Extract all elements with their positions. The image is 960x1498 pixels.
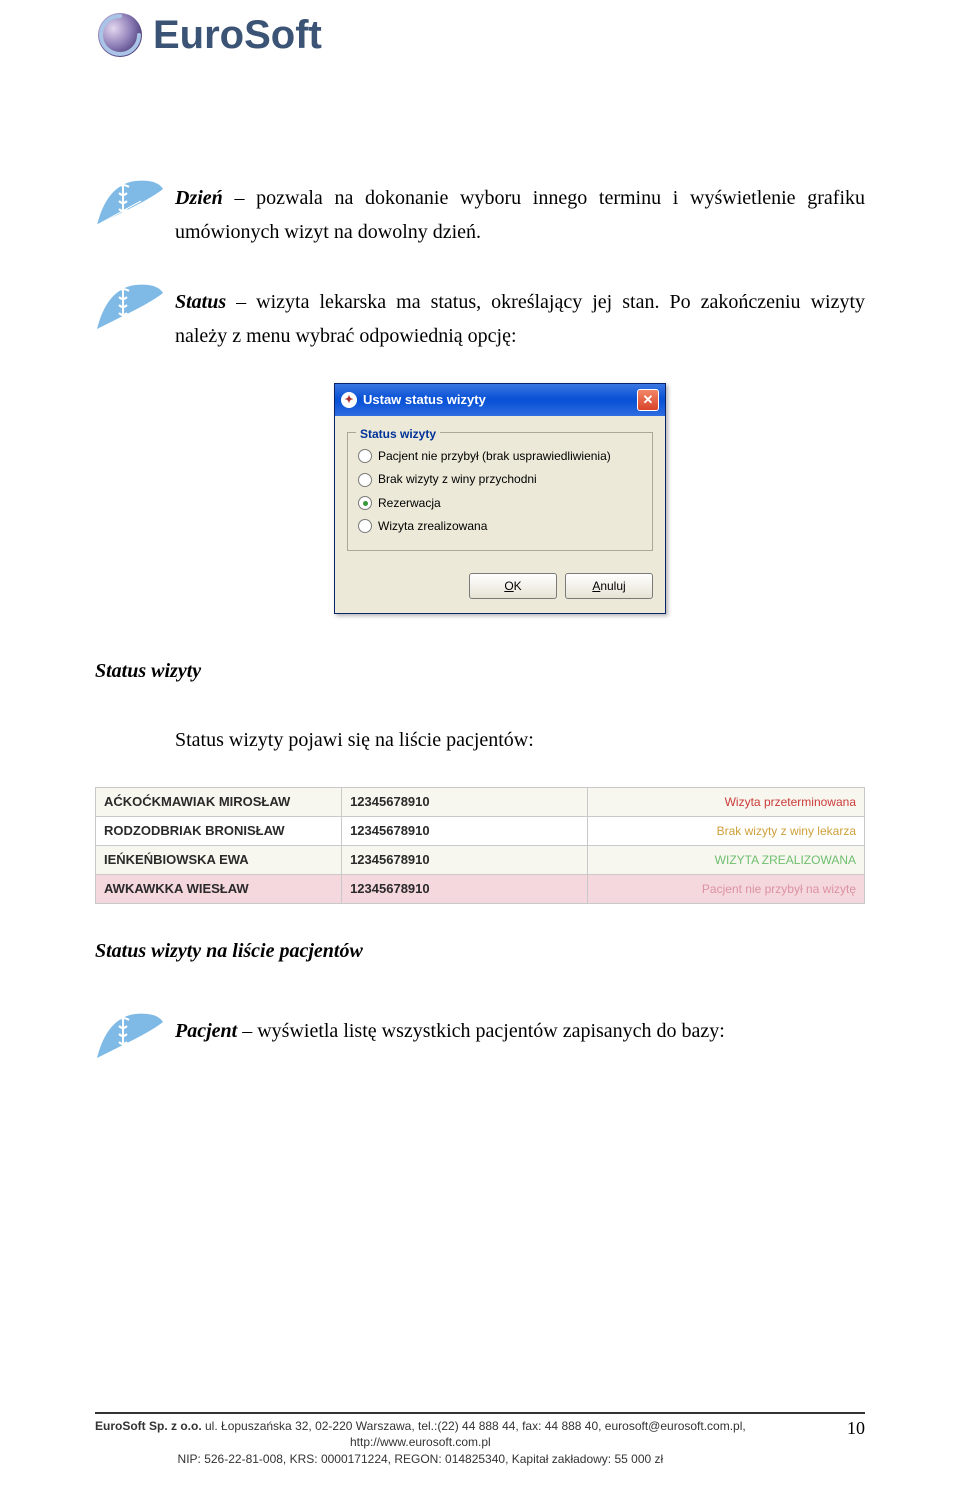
footer-legal: NIP: 526-22-81-008, KRS: 0000171224, REG… bbox=[95, 1451, 746, 1468]
footer-url: http://www.eurosoft.com.pl bbox=[95, 1434, 746, 1451]
medical-icon bbox=[95, 175, 165, 246]
patient-pesel: 12345678910 bbox=[342, 788, 588, 817]
patient-name: IEŃKEŃBIOWSKA EWA bbox=[96, 846, 342, 875]
patient-pesel: 12345678910 bbox=[342, 846, 588, 875]
brand-name: EuroSoft bbox=[153, 13, 322, 58]
footer-company: EuroSoft Sp. z o.o. bbox=[95, 1419, 202, 1433]
radio-option[interactable]: Rezerwacja bbox=[358, 493, 642, 513]
page-header: EuroSoft bbox=[95, 0, 865, 90]
patient-status: Wizyta przeterminowana bbox=[588, 788, 865, 817]
medical-icon bbox=[95, 1008, 165, 1079]
status-group: Status wizyty Pacjent nie przybył (brak … bbox=[347, 432, 653, 551]
radio-icon[interactable] bbox=[358, 496, 372, 510]
radio-option[interactable]: Wizyta zrealizowana bbox=[358, 516, 642, 536]
paragraph-status: Status – wizyta lekarska ma status, okre… bbox=[95, 279, 865, 353]
ok-button[interactable]: OK bbox=[469, 573, 557, 599]
patient-status: WIZYTA ZREALIZOWANA bbox=[588, 846, 865, 875]
paragraph-pacjent: Pacjent – wyświetla listę wszystkich pac… bbox=[95, 1008, 865, 1079]
patient-name: RODZODBRIAK BRONISŁAW bbox=[96, 817, 342, 846]
page-number: 10 bbox=[847, 1418, 865, 1439]
dialog-title: Ustaw status wizyty bbox=[363, 389, 486, 411]
paragraph-dzien: Dzień – pozwala na dokonanie wyboru inne… bbox=[95, 175, 865, 249]
cancel-button[interactable]: Anuluj bbox=[565, 573, 653, 599]
patient-pesel: 12345678910 bbox=[342, 875, 588, 904]
page-footer: EuroSoft Sp. z o.o. ul. Łopuszańska 32, … bbox=[95, 1412, 865, 1468]
paragraph-dzien-text: Dzień – pozwala na dokonanie wyboru inne… bbox=[175, 175, 865, 249]
group-legend: Status wizyty bbox=[356, 424, 440, 444]
radio-icon[interactable] bbox=[358, 473, 372, 487]
patient-name: AWKAWKKA WIESŁAW bbox=[96, 875, 342, 904]
radio-icon[interactable] bbox=[358, 449, 372, 463]
patient-status: Pacjent nie przybył na wizytę bbox=[588, 875, 865, 904]
radio-icon[interactable] bbox=[358, 519, 372, 533]
dialog-titlebar: ✦ Ustaw status wizyty ✕ bbox=[335, 384, 665, 416]
table-row: IEŃKEŃBIOWSKA EWA12345678910WIZYTA ZREAL… bbox=[96, 846, 865, 875]
status-dialog: ✦ Ustaw status wizyty ✕ Status wizyty Pa… bbox=[334, 383, 666, 614]
radio-label: Rezerwacja bbox=[378, 493, 441, 513]
radio-label: Brak wizyty z winy przychodni bbox=[378, 469, 537, 489]
term-dzien: Dzień bbox=[175, 187, 223, 209]
radio-option[interactable]: Brak wizyty z winy przychodni bbox=[358, 469, 642, 489]
term-pacjent: Pacjent bbox=[175, 1020, 237, 1042]
patient-name: AĆKOĆKMAWIAK MIROSŁAW bbox=[96, 788, 342, 817]
table-row: RODZODBRIAK BRONISŁAW12345678910Brak wiz… bbox=[96, 817, 865, 846]
brand-logo: EuroSoft bbox=[95, 10, 865, 60]
radio-label: Pacjent nie przybył (brak usprawiedliwie… bbox=[378, 446, 611, 466]
patient-pesel: 12345678910 bbox=[342, 817, 588, 846]
paragraph-status-text: Status – wizyta lekarska ma status, okre… bbox=[175, 279, 865, 353]
desc-status-list: Status wizyty pojawi się na liście pacje… bbox=[175, 723, 865, 757]
caption-status-list: Status wizyty na liście pacjentów bbox=[95, 934, 865, 968]
dialog-app-icon: ✦ bbox=[341, 392, 357, 408]
brand-mark-icon bbox=[95, 10, 145, 60]
close-icon[interactable]: ✕ bbox=[637, 389, 659, 411]
table-row: AWKAWKKA WIESŁAW12345678910Pacjent nie p… bbox=[96, 875, 865, 904]
patient-status: Brak wizyty z winy lekarza bbox=[588, 817, 865, 846]
medical-icon bbox=[95, 279, 165, 350]
term-status: Status bbox=[175, 291, 226, 313]
patient-status-table: AĆKOĆKMAWIAK MIROSŁAW12345678910Wizyta p… bbox=[95, 787, 865, 904]
paragraph-pacjent-text: Pacjent – wyświetla listę wszystkich pac… bbox=[175, 1008, 865, 1048]
caption-status-wizyty: Status wizyty bbox=[95, 654, 865, 688]
radio-option[interactable]: Pacjent nie przybył (brak usprawiedliwie… bbox=[358, 446, 642, 466]
radio-label: Wizyta zrealizowana bbox=[378, 516, 487, 536]
table-row: AĆKOĆKMAWIAK MIROSŁAW12345678910Wizyta p… bbox=[96, 788, 865, 817]
